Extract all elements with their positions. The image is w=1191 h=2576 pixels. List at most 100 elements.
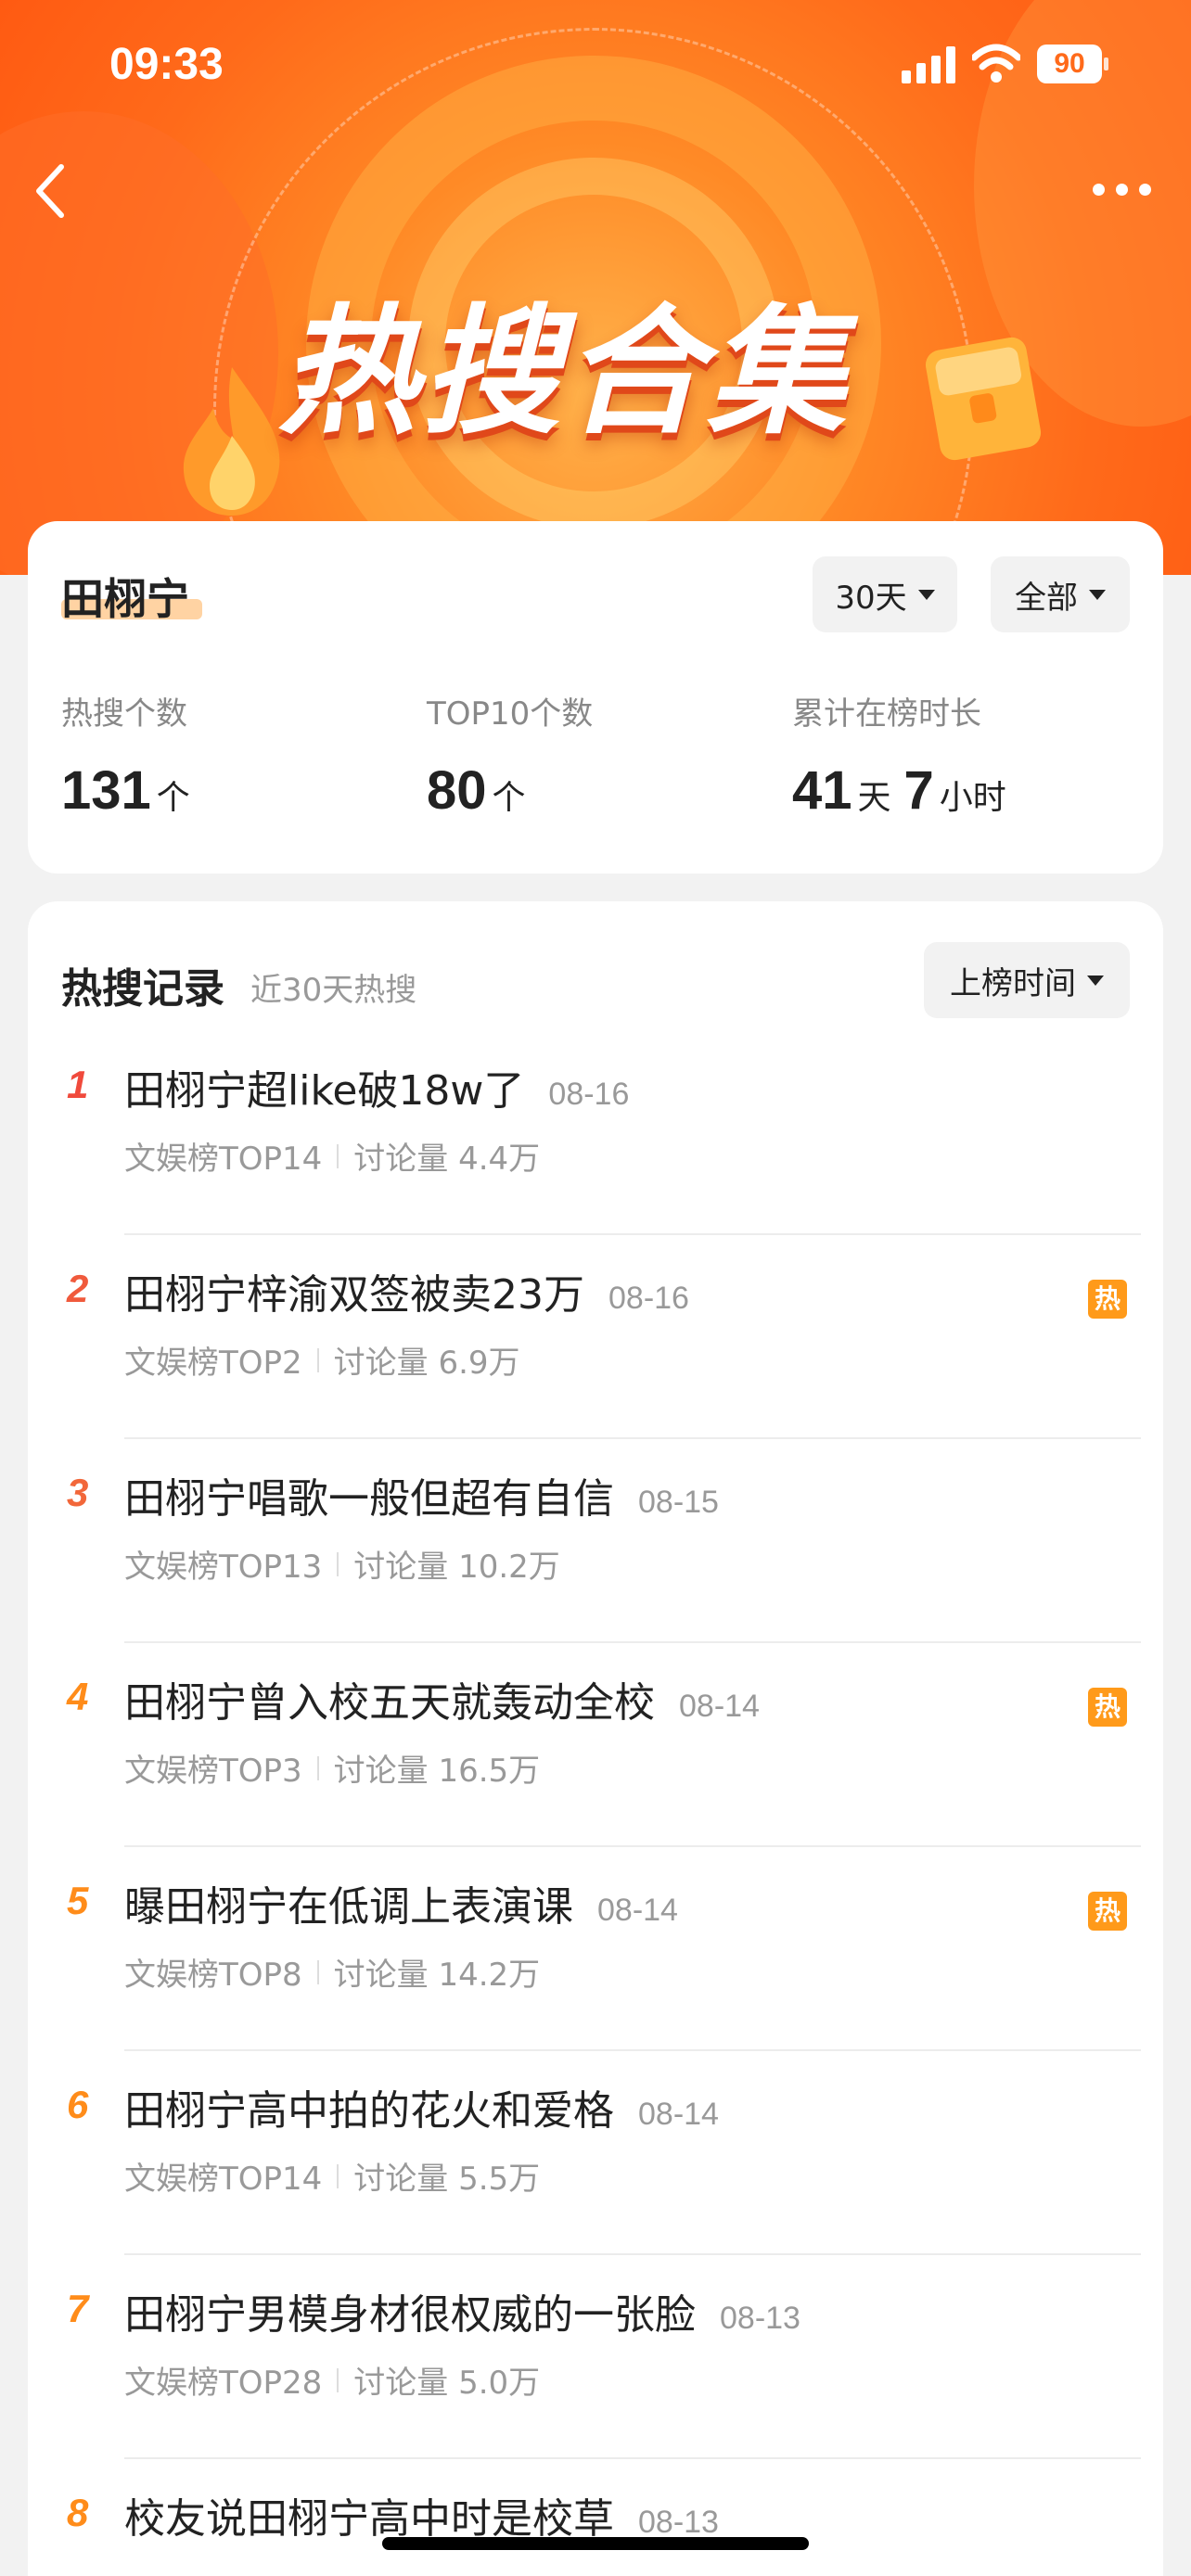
item-date: 08-14 xyxy=(597,1893,678,1928)
stat-label: TOP10个数 xyxy=(427,695,594,733)
meta-divider xyxy=(337,2163,339,2188)
item-date: 08-13 xyxy=(720,2301,800,2336)
list-item[interactable]: 7 田栩宁男模身材很权威的一张脸 08-13 文娱榜TOP28 讨论量 5.0万 xyxy=(28,2255,1163,2459)
item-title-row: 田栩宁男模身材很权威的一张脸 08-13 xyxy=(124,2281,800,2340)
stat-hot-count: 热搜个数 131 个 xyxy=(61,688,203,822)
stat-value: 131 个 xyxy=(61,759,203,822)
signal-icon xyxy=(902,46,955,83)
item-board: 文娱榜TOP8 xyxy=(124,1957,302,1994)
meta-divider xyxy=(316,1959,319,1984)
item-meta: 文娱榜TOP28 讨论量 5.0万 xyxy=(124,2357,540,2403)
item-title-row: 田栩宁高中拍的花火和爱格 08-14 xyxy=(124,2077,719,2136)
stat-label: 累计在榜时长 xyxy=(792,695,981,733)
list-item[interactable]: 8 校友说田栩宁高中时是校草 08-13 xyxy=(28,2459,1163,2576)
list-item[interactable]: 2 田栩宁梓渝双签被卖23万 08-16 文娱榜TOP2 讨论量 6.9万 热 xyxy=(28,1235,1163,1439)
item-title: 校友说田栩宁高中时是校草 xyxy=(124,2495,614,2543)
item-meta: 文娱榜TOP2 讨论量 6.9万 xyxy=(124,1337,520,1383)
item-discussion: 讨论量 4.4万 xyxy=(353,1141,541,1178)
item-title: 田栩宁超like破18w了 xyxy=(124,1067,525,1115)
hot-badge: 热 xyxy=(1088,1892,1127,1931)
list-item[interactable]: 1 田栩宁超like破18w了 08-16 文娱榜TOP14 讨论量 4.4万 xyxy=(28,1031,1163,1235)
item-title: 田栩宁男模身材很权威的一张脸 xyxy=(124,2291,696,2339)
item-discussion: 讨论量 6.9万 xyxy=(333,1345,520,1382)
sort-dropdown[interactable]: 上榜时间 xyxy=(924,942,1130,1018)
list-item[interactable]: 5 曝田栩宁在低调上表演课 08-14 文娱榜TOP8 讨论量 14.2万 热 xyxy=(28,1847,1163,2051)
section-title: 热搜记录 xyxy=(61,965,224,1013)
back-icon[interactable] xyxy=(32,163,69,219)
battery-level: 90 xyxy=(1037,45,1102,83)
rank-number: 2 xyxy=(67,1267,89,1310)
stat-label: 热搜个数 xyxy=(61,695,187,733)
item-title-row: 田栩宁梓渝双签被卖23万 08-16 xyxy=(124,1261,689,1320)
records-card: 热搜记录 近30天热搜 上榜时间 1 田栩宁超like破18w了 08-16 文… xyxy=(28,901,1163,2576)
rank-number: 4 xyxy=(67,1675,89,1718)
item-title-row: 田栩宁曾入校五天就轰动全校 08-14 xyxy=(124,1669,760,1728)
wifi-icon xyxy=(972,44,1020,83)
hot-badge: 热 xyxy=(1088,1688,1127,1727)
stat-unit-2: 小时 xyxy=(939,779,1006,817)
item-title-row: 田栩宁唱歌一般但超有自信 08-15 xyxy=(124,1465,719,1524)
item-date: 08-14 xyxy=(638,2097,719,2132)
item-meta: 文娱榜TOP13 讨论量 10.2万 xyxy=(124,1541,560,1587)
stat-unit: 天 xyxy=(857,779,891,817)
stat-top10-count: TOP10个数 80 个 xyxy=(427,688,593,822)
gift-box-icon xyxy=(925,337,1042,461)
item-discussion: 讨论量 5.5万 xyxy=(353,2161,541,2198)
header-banner: 09:33 90 热搜合集 xyxy=(0,0,1191,575)
caret-down-icon xyxy=(917,589,935,600)
item-date: 08-13 xyxy=(638,2505,719,2540)
item-date: 08-14 xyxy=(679,1689,760,1724)
section-subtitle: 近30天热搜 xyxy=(250,972,417,1009)
item-title-row: 田栩宁超like破18w了 08-16 xyxy=(124,1057,629,1116)
item-board: 文娱榜TOP14 xyxy=(124,2161,323,2198)
item-meta: 文娱榜TOP14 讨论量 5.5万 xyxy=(124,2153,540,2199)
item-board: 文娱榜TOP2 xyxy=(124,1345,302,1382)
status-time: 09:33 xyxy=(109,40,224,89)
item-discussion: 讨论量 14.2万 xyxy=(333,1957,541,1994)
meta-divider xyxy=(337,2367,339,2392)
stat-total-duration: 累计在榜时长 41 天 7 小时 xyxy=(792,688,1019,822)
hot-badge: 热 xyxy=(1088,1280,1127,1319)
scope-filter-dropdown[interactable]: 全部 xyxy=(991,556,1130,632)
sort-label: 上榜时间 xyxy=(950,964,1076,1002)
caret-down-icon xyxy=(1089,589,1106,600)
stat-number: 131 xyxy=(61,760,151,821)
item-title: 曝田栩宁在低调上表演课 xyxy=(124,1883,573,1931)
home-indicator xyxy=(382,2537,809,2550)
page-title: 热搜合集 xyxy=(278,292,851,453)
item-board: 文娱榜TOP14 xyxy=(124,1141,323,1178)
item-meta: 文娱榜TOP14 讨论量 4.4万 xyxy=(124,1133,540,1179)
item-board: 文娱榜TOP13 xyxy=(124,1549,323,1586)
item-date: 08-15 xyxy=(638,1485,719,1520)
item-discussion: 讨论量 5.0万 xyxy=(353,2365,541,2402)
status-bar: 09:33 90 xyxy=(0,0,1191,121)
list-item[interactable]: 4 田栩宁曾入校五天就轰动全校 08-14 文娱榜TOP3 讨论量 16.5万 … xyxy=(28,1643,1163,1847)
list-item[interactable]: 6 田栩宁高中拍的花火和爱格 08-14 文娱榜TOP14 讨论量 5.5万 xyxy=(28,2051,1163,2255)
stat-value: 80 个 xyxy=(427,759,593,822)
rank-number: 6 xyxy=(67,2083,89,2126)
flame-icon xyxy=(183,367,280,516)
days-filter-label: 30天 xyxy=(835,579,907,617)
list-item[interactable]: 3 田栩宁唱歌一般但超有自信 08-15 文娱榜TOP13 讨论量 10.2万 xyxy=(28,1439,1163,1643)
stat-number-2: 7 xyxy=(903,760,934,821)
more-icon[interactable] xyxy=(1093,184,1152,198)
item-board: 文娱榜TOP3 xyxy=(124,1753,302,1790)
scope-filter-label: 全部 xyxy=(1015,579,1078,617)
rank-number: 3 xyxy=(67,1471,89,1514)
item-date: 08-16 xyxy=(608,1281,689,1316)
meta-divider xyxy=(316,1755,319,1780)
stat-unit: 个 xyxy=(156,779,190,817)
rank-number: 5 xyxy=(67,1879,89,1922)
item-title-row: 校友说田栩宁高中时是校草 08-13 xyxy=(124,2485,719,2544)
rank-number: 7 xyxy=(67,2287,89,2330)
days-filter-dropdown[interactable]: 30天 xyxy=(813,556,957,632)
stat-value: 41 天 7 小时 xyxy=(792,759,1019,822)
person-name: 田栩宁 xyxy=(61,574,189,624)
meta-divider xyxy=(337,1551,339,1576)
item-meta: 文娱榜TOP3 讨论量 16.5万 xyxy=(124,1745,540,1791)
rank-list: 1 田栩宁超like破18w了 08-16 文娱榜TOP14 讨论量 4.4万 … xyxy=(28,1031,1163,2576)
item-discussion: 讨论量 10.2万 xyxy=(353,1549,560,1586)
stat-number: 80 xyxy=(427,760,487,821)
item-date: 08-16 xyxy=(548,1077,630,1112)
item-meta: 文娱榜TOP8 讨论量 14.2万 xyxy=(124,1949,540,1995)
